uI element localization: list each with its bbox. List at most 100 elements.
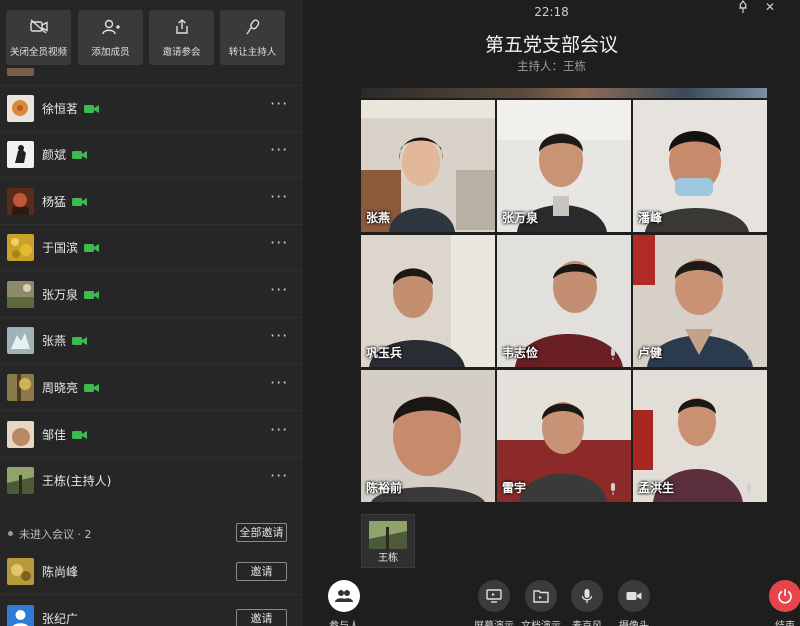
member-name: 张燕 <box>42 334 67 348</box>
avatar <box>7 188 34 215</box>
participants-button[interactable] <box>328 580 360 612</box>
participant-name: 巩玉兵 <box>366 346 403 360</box>
self-video[interactable]: 王栋 <box>361 514 415 568</box>
not-joined-row: 张纪广 邀请 <box>0 596 303 626</box>
video-tile[interactable]: 陈裕前 <box>361 370 495 502</box>
more-icon[interactable]: ··· <box>270 187 288 206</box>
member-row[interactable]: 张燕 ··· <box>0 318 303 364</box>
divider <box>0 410 303 411</box>
mic-icon <box>475 483 479 495</box>
member-name: 张万泉 <box>42 288 79 302</box>
self-name: 王栋 <box>378 553 398 564</box>
video-tile[interactable]: 雷宇 <box>497 370 631 502</box>
pin-icon[interactable] <box>736 0 750 14</box>
member-name: 张纪广 <box>42 612 79 626</box>
more-icon[interactable]: ··· <box>270 94 288 113</box>
transfer-host-button[interactable]: 转让主持人 <box>220 10 285 65</box>
close-icon[interactable]: ✕ <box>765 0 775 14</box>
member-name: 杨猛 <box>42 195 67 209</box>
member-row[interactable]: 徐恒茗 ··· <box>0 86 303 132</box>
video-tile[interactable]: 孟洪生 <box>633 370 767 502</box>
clock: 22:18 <box>534 5 569 19</box>
mic-icon <box>611 348 615 360</box>
more-icon[interactable]: ··· <box>270 466 288 485</box>
not-joined-label: 未进入会议 · 2 <box>19 528 92 541</box>
divider <box>0 270 303 271</box>
screen-share-label: 屏幕演示 <box>474 617 514 626</box>
participant-name: 张燕 <box>366 211 391 225</box>
mic-icon <box>747 483 751 495</box>
avatar <box>7 234 34 261</box>
mic-label: 麦克风 <box>572 617 602 626</box>
more-icon[interactable]: ··· <box>270 420 288 439</box>
video-on-icon <box>84 105 99 113</box>
member-row[interactable]: 邹佳 ··· <box>0 412 303 458</box>
bullet <box>8 531 13 536</box>
member-name: 于国滨 <box>42 241 79 255</box>
mic-button[interactable] <box>571 580 603 612</box>
meeting-host: 主持人：王栋 <box>517 59 586 73</box>
invite-button[interactable]: 邀请参会 <box>149 10 214 65</box>
member-name: 王栋(主持人) <box>42 474 112 488</box>
screen-share-button[interactable] <box>478 580 510 612</box>
invite-all-button[interactable]: 全部邀请 <box>236 523 287 542</box>
camera-icon <box>626 592 642 600</box>
avatar <box>7 467 34 494</box>
divider <box>0 594 303 595</box>
more-icon[interactable]: ··· <box>270 373 288 392</box>
member-row[interactable]: 张万泉 ··· <box>0 272 303 318</box>
more-icon[interactable]: ··· <box>270 326 288 345</box>
avatar <box>7 558 34 585</box>
not-joined-header: 未进入会议 · 2 全部邀请 <box>0 521 303 545</box>
avatar <box>7 95 34 122</box>
add-member-label: 添加成员 <box>91 47 130 58</box>
member-row-host[interactable]: 王栋(主持人) ··· <box>0 458 303 504</box>
avatar <box>7 374 34 401</box>
video-tile[interactable]: 卢健 <box>633 235 767 367</box>
microphone-transfer-icon <box>245 19 259 35</box>
microphone-icon <box>581 589 593 603</box>
host-toolbar: 关闭全员视频 添加成员 邀请参会 转让主持人 <box>0 0 303 68</box>
invite-button[interactable]: 邀请 <box>236 562 287 581</box>
video-tile[interactable]: 韦志俭 <box>497 235 631 367</box>
invite-button[interactable]: 邀请 <box>236 609 287 626</box>
member-row[interactable]: 杨猛 ··· <box>0 179 303 225</box>
member-row[interactable]: 颜斌 ··· <box>0 132 303 178</box>
participant-name: 卢健 <box>638 346 663 360</box>
avatar <box>7 141 34 168</box>
participant-name: 韦志俭 <box>502 346 539 360</box>
video-on-icon <box>72 151 87 159</box>
video-on-icon <box>72 337 87 345</box>
member-name: 颜斌 <box>42 148 67 162</box>
avatar <box>7 327 34 354</box>
participant-name: 潘峰 <box>638 211 663 225</box>
add-member-button[interactable]: 添加成员 <box>78 10 143 65</box>
video-tile[interactable]: 巩玉兵 <box>361 235 495 367</box>
add-user-icon <box>101 19 120 35</box>
self-video-thumbnail <box>369 521 407 549</box>
more-icon[interactable]: ··· <box>270 280 288 299</box>
member-row[interactable]: 于国滨 ··· <box>0 225 303 271</box>
member-name: 陈尚峰 <box>42 565 79 579</box>
member-name: 邹佳 <box>42 428 67 442</box>
mic-icon <box>611 483 615 495</box>
transfer-host-label: 转让主持人 <box>228 47 277 58</box>
video-on-icon <box>72 198 87 206</box>
doc-share-button[interactable] <box>525 580 557 612</box>
camera-button[interactable] <box>618 580 650 612</box>
video-tile[interactable]: 潘峰 <box>633 100 767 232</box>
more-icon[interactable]: ··· <box>270 140 288 159</box>
end-meeting-button[interactable] <box>769 580 800 612</box>
mic-icon <box>747 348 751 360</box>
divider <box>0 177 303 178</box>
mute-all-video-button[interactable]: 关闭全员视频 <box>6 10 71 65</box>
participant-name: 雷宇 <box>502 481 527 495</box>
meeting-title: 第五党支部会议 <box>484 34 618 56</box>
member-row[interactable]: 周晓亮 ··· <box>0 365 303 411</box>
video-tile[interactable]: 张燕 <box>361 100 495 232</box>
avatar <box>7 421 34 448</box>
more-icon[interactable]: ··· <box>270 233 288 252</box>
divider <box>0 363 303 364</box>
power-icon <box>778 589 792 604</box>
video-tile[interactable]: 张万泉 <box>497 100 631 232</box>
